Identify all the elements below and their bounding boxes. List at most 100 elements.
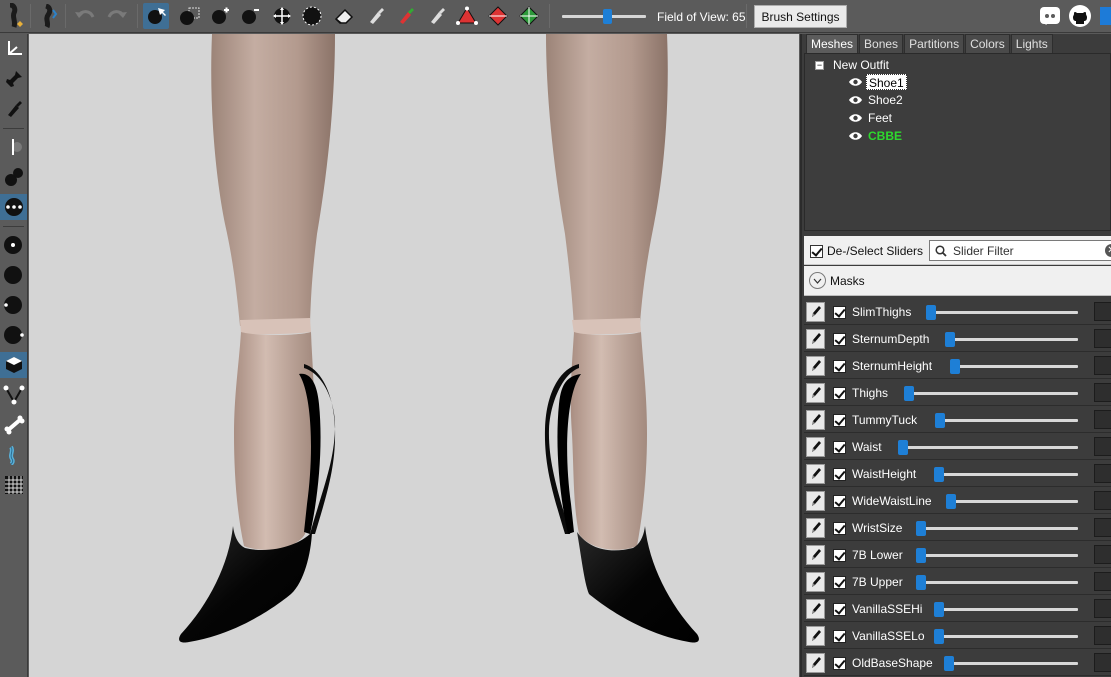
slider-checkbox[interactable]	[833, 495, 846, 508]
eraser-icon[interactable]	[331, 3, 357, 29]
slider-thumb[interactable]	[945, 332, 955, 347]
slider-value-box[interactable]	[1094, 545, 1111, 564]
deselect-sliders-checkbox[interactable]: De-/Select Sliders	[810, 244, 923, 258]
tab-bones[interactable]: Bones	[859, 34, 904, 53]
edit-slider-button[interactable]	[806, 626, 825, 646]
vertex-edit-icon[interactable]	[0, 96, 27, 122]
edit-slider-button[interactable]	[806, 599, 825, 619]
slider-checkbox[interactable]	[833, 360, 846, 373]
edit-slider-button[interactable]	[806, 437, 825, 457]
split-edge-icon[interactable]	[516, 3, 542, 29]
eye-icon[interactable]	[848, 77, 863, 87]
tab-partitions[interactable]: Partitions	[904, 34, 965, 53]
tree-root[interactable]: − New Outfit	[815, 58, 889, 72]
edit-slider-button[interactable]	[806, 572, 825, 592]
edit-slider-button[interactable]	[806, 518, 825, 538]
checkbox-icon[interactable]	[810, 244, 823, 258]
slider-thumb[interactable]	[916, 575, 926, 590]
slider-checkbox[interactable]	[833, 630, 846, 643]
slider-thumb[interactable]	[934, 629, 944, 644]
show-grid-icon[interactable]	[0, 472, 27, 498]
slider-track[interactable]	[904, 392, 1078, 395]
slider-value-box[interactable]	[1094, 464, 1111, 483]
slider-checkbox[interactable]	[833, 441, 846, 454]
slider-filter-input[interactable]: Slider Filter ✕	[929, 240, 1111, 261]
slider-value-box[interactable]	[1094, 410, 1111, 429]
collapse-vertex-icon[interactable]	[454, 3, 480, 29]
show-vertices-icon[interactable]	[0, 382, 27, 408]
tab-colors[interactable]: Colors	[965, 34, 1010, 53]
slider-checkbox[interactable]	[833, 549, 846, 562]
inflate-brush-icon[interactable]	[207, 3, 233, 29]
select-brush-icon[interactable]	[143, 3, 169, 29]
slider-track[interactable]	[944, 662, 1078, 665]
slider-thumb[interactable]	[916, 548, 926, 563]
eye-icon[interactable]	[848, 131, 863, 141]
slider-value-box[interactable]	[1094, 572, 1111, 591]
edit-slider-button[interactable]	[806, 410, 825, 430]
slider-checkbox[interactable]	[833, 522, 846, 535]
mirror-z-icon[interactable]	[0, 292, 27, 318]
slider-checkbox[interactable]	[833, 657, 846, 670]
eye-icon[interactable]	[848, 95, 863, 105]
slider-track[interactable]	[934, 635, 1078, 638]
deflate-brush-icon[interactable]	[237, 3, 263, 29]
brush-size-small-icon[interactable]	[0, 134, 27, 160]
slider-value-box[interactable]	[1094, 491, 1111, 510]
slider-value-box[interactable]	[1094, 383, 1111, 402]
edit-slider-button[interactable]	[806, 653, 825, 673]
clear-filter-icon[interactable]: ✕	[1105, 244, 1111, 257]
edit-slider-button[interactable]	[806, 464, 825, 484]
brush-settings-button[interactable]: Brush Settings	[754, 5, 847, 28]
slider-thumb[interactable]	[934, 467, 944, 482]
3d-viewport[interactable]	[29, 34, 799, 677]
slider-checkbox[interactable]	[833, 333, 846, 346]
slider-thumb[interactable]	[904, 386, 914, 401]
flip-edge-icon[interactable]	[485, 3, 511, 29]
collapse-toggle-icon[interactable]: −	[815, 60, 824, 70]
patreon-icon[interactable]	[1100, 4, 1111, 28]
slider-checkbox[interactable]	[833, 468, 846, 481]
global-brush-icon[interactable]	[0, 352, 27, 378]
mask-brush-icon[interactable]	[177, 3, 203, 29]
slider-thumb[interactable]	[926, 305, 936, 320]
slider-track[interactable]	[916, 581, 1078, 584]
tab-lights[interactable]: Lights	[1010, 34, 1053, 53]
slider-checkbox[interactable]	[833, 306, 846, 319]
slider-value-box[interactable]	[1094, 329, 1111, 348]
slider-track[interactable]	[946, 500, 1078, 503]
slider-thumb[interactable]	[950, 359, 960, 374]
edit-slider-button[interactable]	[806, 545, 825, 565]
fov-slider-thumb[interactable]	[603, 9, 613, 24]
slider-checkbox[interactable]	[833, 414, 846, 427]
tree-item-cbbe[interactable]: CBBE	[848, 127, 904, 144]
slider-value-box[interactable]	[1094, 626, 1111, 645]
slider-track[interactable]	[950, 365, 1078, 368]
mirror-y-icon[interactable]	[0, 262, 27, 288]
transform-axis-icon[interactable]	[0, 36, 27, 62]
slider-track[interactable]	[916, 527, 1078, 530]
show-bones-icon[interactable]	[0, 412, 27, 438]
symmetry-icon[interactable]	[0, 194, 27, 220]
edit-slider-button[interactable]	[806, 329, 825, 349]
slider-track[interactable]	[945, 338, 1078, 341]
mirror-x-icon[interactable]	[0, 232, 27, 258]
slider-value-box[interactable]	[1094, 356, 1111, 375]
outfit-studio-icon[interactable]	[36, 3, 62, 29]
slider-checkbox[interactable]	[833, 603, 846, 616]
slider-thumb[interactable]	[934, 602, 944, 617]
color-brush-icon[interactable]	[393, 3, 419, 29]
masks-expander[interactable]: Masks	[804, 266, 1111, 296]
chevron-down-icon[interactable]	[809, 272, 826, 289]
slider-track[interactable]	[916, 554, 1078, 557]
edit-slider-button[interactable]	[806, 356, 825, 376]
discord-icon[interactable]	[1038, 4, 1062, 28]
connected-only-icon[interactable]	[0, 322, 27, 348]
alpha-brush-icon[interactable]	[424, 3, 450, 29]
tree-item-feet[interactable]: Feet	[848, 109, 894, 126]
slider-value-box[interactable]	[1094, 599, 1111, 618]
slider-checkbox[interactable]	[833, 387, 846, 400]
pivot-tool-icon[interactable]	[0, 66, 27, 92]
tab-meshes[interactable]: Meshes	[806, 34, 859, 53]
slider-value-box[interactable]	[1094, 518, 1111, 537]
